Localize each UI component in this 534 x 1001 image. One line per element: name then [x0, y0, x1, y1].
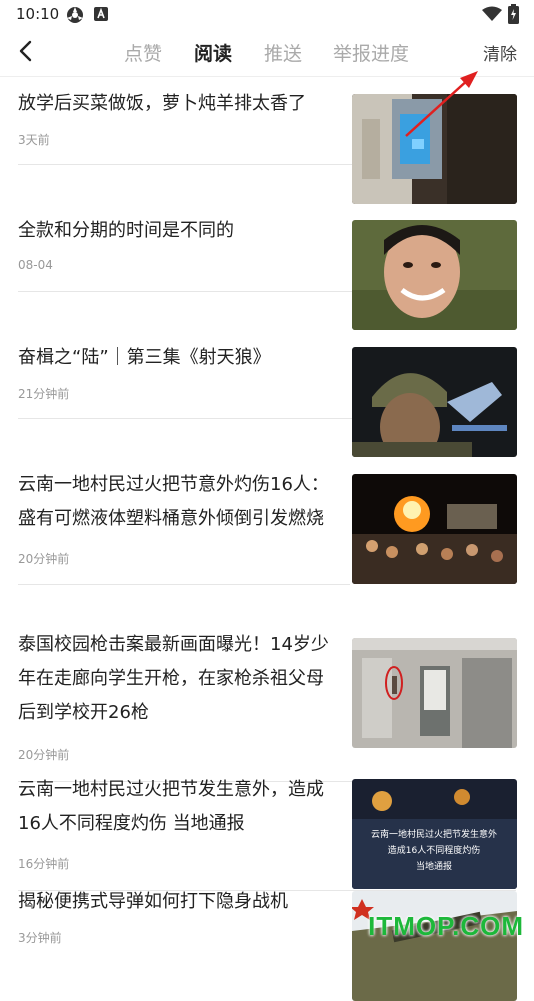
item-thumbnail: [352, 474, 517, 584]
item-thumbnail: 云南一地村民过火把节发生意外 造成16人不同程度灼伤 当地通报: [352, 779, 517, 889]
item-title: 全款和分期的时间是不同的: [18, 220, 234, 241]
item-time: 21分钟前: [18, 387, 70, 401]
item-title: 放学后买菜做饭，萝卜炖羊排太香了: [18, 93, 306, 114]
status-time: 10:10: [16, 5, 60, 23]
item-title: 云南一地村民过火把节意外灼伤16人：盛有可燃液体塑料桶意外倾倒引发燃烧: [18, 474, 329, 529]
tab-report-progress[interactable]: 举报进度: [333, 39, 409, 66]
thumb-caption-line3: 当地通报: [416, 860, 452, 872]
list-item[interactable]: 云南一地村民过火把节发生意外，造成16人不同程度灼伤 当地通报 16分钟前 云南…: [0, 763, 534, 891]
list-item[interactable]: 云南一地村民过火把节意外灼伤16人：盛有可燃液体塑料桶意外倾倒引发燃烧 20分钟…: [0, 458, 534, 618]
item-time: 08-04: [18, 258, 53, 272]
nav-bar: 点赞 阅读 推送 举报进度 清除: [0, 28, 534, 77]
item-title: 揭秘便携式导弹如何打下隐身战机: [18, 891, 288, 912]
item-title: 泰国校园枪击案最新画面曝光！14岁少年在走廊向学生开枪，在家枪杀祖父母后到学校开…: [18, 634, 329, 723]
tab-read[interactable]: 阅读: [194, 39, 232, 66]
back-button[interactable]: [14, 38, 40, 64]
item-time: 3天前: [18, 133, 50, 147]
item-time: 3分钟前: [18, 931, 62, 945]
item-thumbnail: [352, 347, 517, 457]
item-thumbnail: [352, 891, 517, 1001]
thumb-caption-line2: 造成16人不同程度灼伤: [388, 844, 480, 856]
wifi-icon: [482, 6, 502, 26]
item-time: 20分钟前: [18, 552, 70, 566]
item-thumbnail: [352, 638, 517, 748]
item-title: 奋楫之“陆”｜第三集《射天狼》: [18, 347, 271, 368]
a-badge-icon: [94, 7, 108, 25]
clear-button[interactable]: 清除: [483, 40, 517, 65]
list-item[interactable]: 全款和分期的时间是不同的 08-04: [0, 204, 534, 331]
list-item[interactable]: 奋楫之“陆”｜第三集《射天狼》 21分钟前: [0, 331, 534, 458]
back-arrow-icon: [19, 40, 32, 62]
item-thumbnail: [352, 94, 517, 204]
watermark: ITMOP.COM: [368, 911, 524, 941]
item-thumbnail: [352, 220, 517, 330]
tab-push[interactable]: 推送: [264, 39, 302, 66]
item-time: 20分钟前: [18, 748, 70, 762]
cast-icon: [66, 6, 84, 28]
item-time: 16分钟前: [18, 857, 70, 871]
status-bar: 10:10: [0, 0, 534, 28]
battery-icon: [508, 4, 519, 28]
tab-likes[interactable]: 点赞: [124, 39, 162, 66]
item-title: 云南一地村民过火把节发生意外，造成16人不同程度灼伤 当地通报: [18, 779, 324, 834]
divider: [18, 584, 350, 585]
thumb-caption-line1: 云南一地村民过火把节发生意外: [371, 828, 497, 840]
list-item[interactable]: 放学后买菜做饭，萝卜炖羊排太香了 3天前: [0, 77, 534, 204]
